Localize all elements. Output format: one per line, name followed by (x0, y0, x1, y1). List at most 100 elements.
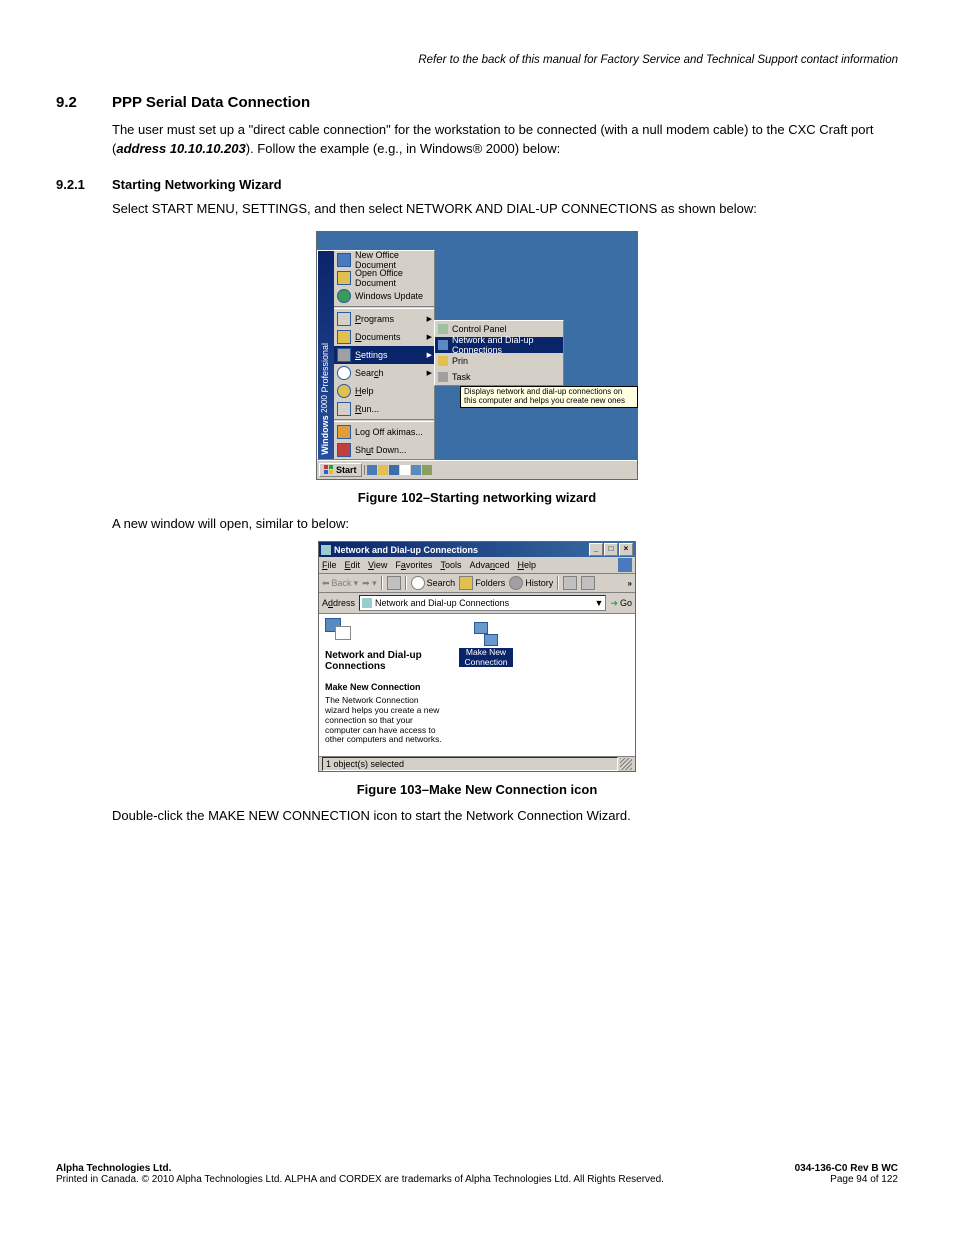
icon-label: Make New Connection (459, 648, 513, 667)
search-icon (337, 366, 351, 380)
taskbar: Start (317, 460, 637, 479)
menu-item-logoff[interactable]: Log Off akimas... (334, 423, 434, 441)
footer-doc-id: 034-136-C0 Rev B WC (795, 1163, 898, 1174)
menu-item-run[interactable]: Run... (334, 400, 434, 418)
taskbar-icon (438, 372, 448, 382)
tray-icon[interactable] (367, 465, 377, 475)
menu-item-label: Shut Down... (355, 445, 407, 455)
separator (334, 419, 434, 422)
chevron-right-icon: ▶ (427, 351, 432, 359)
menu-item-search[interactable]: Search▶ (334, 364, 434, 382)
menu-item-new-office-doc[interactable]: New Office Document (334, 251, 434, 269)
menu-item-label: Programs (355, 314, 394, 324)
menu-item-label: New Office Document (355, 250, 431, 270)
up-icon[interactable] (387, 576, 401, 590)
para-post: ). Follow the example (e.g., in Windows®… (246, 141, 561, 156)
tool-icon[interactable] (563, 576, 577, 590)
chevron-right-icon: ▶ (427, 333, 432, 341)
menu-view[interactable]: View (368, 560, 387, 570)
window-title: Network and Dial-up Connections (334, 545, 478, 555)
menu-file[interactable]: File (322, 560, 337, 570)
chevron-more-icon[interactable]: » (628, 579, 632, 588)
submenu-item-network[interactable]: Network and Dial-up Connections (435, 337, 563, 353)
separator (381, 576, 383, 590)
menu-edit[interactable]: Edit (345, 560, 361, 570)
globe-icon (337, 289, 351, 303)
chevron-right-icon: ▶ (427, 315, 432, 323)
start-menu-items: New Office Document Open Office Document… (334, 251, 434, 459)
forward-button[interactable]: ➡ ▾ (362, 578, 377, 589)
screenshot-network-window: Network and Dial-up Connections _ □ × Fi… (318, 541, 636, 772)
sidebar-suffix: Professional (320, 343, 330, 393)
menu-item-label: Run... (355, 404, 379, 414)
address-field[interactable]: Network and Dial-up Connections ▼ (359, 595, 606, 611)
menu-item-help[interactable]: Help (334, 382, 434, 400)
tray-icon[interactable] (400, 465, 410, 475)
resize-grip[interactable] (620, 758, 632, 770)
tray-icon[interactable] (378, 465, 388, 475)
footer-page: Page 94 of 122 (795, 1174, 898, 1185)
settings-submenu: Control Panel Network and Dial-up Connec… (434, 320, 564, 386)
history-icon (509, 576, 523, 590)
chevron-right-icon: ▶ (427, 369, 432, 377)
go-button[interactable]: ➜Go (610, 598, 632, 609)
document-icon (337, 253, 351, 267)
address-text: address 10.10.10.203 (116, 141, 245, 156)
tray-icon[interactable] (411, 465, 421, 475)
run-icon (337, 402, 351, 416)
throbber-icon (618, 558, 632, 572)
history-button[interactable]: History (509, 576, 553, 590)
submenu-label: Prin (452, 356, 468, 366)
titlebar: Network and Dial-up Connections _ □ × (319, 542, 635, 557)
menu-item-open-office-doc[interactable]: Open Office Document (334, 269, 434, 287)
windows-flag-icon (324, 465, 334, 475)
search-button[interactable]: Search (411, 576, 456, 590)
folders-button[interactable]: Folders (459, 576, 505, 590)
left-panel: Network and Dial-up Connections Make New… (319, 614, 451, 756)
section-title-text: PPP Serial Data Connection (112, 94, 310, 111)
tool-icon[interactable] (581, 576, 595, 590)
header-note: Refer to the back of this manual for Fac… (56, 54, 898, 66)
address-label: Address (322, 598, 355, 608)
separator (334, 306, 434, 309)
address-bar: Address Network and Dial-up Connections … (319, 593, 635, 614)
menu-item-shutdown[interactable]: Shut Down... (334, 441, 434, 459)
close-button[interactable]: × (619, 543, 633, 556)
menu-advanced[interactable]: Advanced (469, 560, 509, 570)
printers-icon (438, 356, 448, 366)
tray-icon[interactable] (422, 465, 432, 475)
submenu-item-printers[interactable]: Prin (435, 353, 563, 369)
control-panel-icon (438, 324, 448, 334)
menubar: File Edit View Favorites Tools Advanced … (319, 557, 635, 574)
menu-item-documents[interactable]: Documents▶ (334, 328, 434, 346)
section-title: 9.2PPP Serial Data Connection (56, 94, 898, 111)
make-new-connection-icon-item[interactable]: Make New Connection (459, 622, 513, 667)
menu-item-windows-update[interactable]: Windows Update (334, 287, 434, 305)
back-button[interactable]: ⬅ Back ▾ (322, 578, 358, 589)
mid-para: A new window will open, similar to below… (112, 515, 898, 534)
submenu-label: Control Panel (452, 324, 507, 334)
start-menu-panel: Windows 2000 Professional New Office Doc… (317, 250, 435, 460)
tray-icon[interactable] (389, 465, 399, 475)
separator (405, 576, 407, 590)
dropdown-arrow-icon[interactable]: ▼ (595, 598, 604, 608)
start-label: Start (336, 465, 357, 475)
figure-102-caption: Figure 102–Starting networking wizard (56, 490, 898, 505)
footer-copyright: Printed in Canada. © 2010 Alpha Technolo… (56, 1174, 664, 1185)
panel-title: Network and Dial-up Connections (325, 650, 445, 672)
subsection-para: Select START MENU, SETTINGS, and then se… (112, 200, 898, 219)
minimize-button[interactable]: _ (589, 543, 603, 556)
maximize-button[interactable]: □ (604, 543, 618, 556)
start-button[interactable]: Start (319, 463, 362, 477)
menu-item-settings[interactable]: Settings▶ (334, 346, 434, 364)
menu-tools[interactable]: Tools (440, 560, 461, 570)
settings-icon (337, 348, 351, 362)
submenu-item-taskbar[interactable]: Task (435, 369, 563, 385)
menu-help[interactable]: Help (518, 560, 537, 570)
menu-favorites[interactable]: Favorites (395, 560, 432, 570)
subsection-title: 9.2.1Starting Networking Wizard (56, 177, 898, 192)
quick-launch (364, 465, 432, 475)
menu-item-programs[interactable]: Programs ▶ (334, 310, 434, 328)
logoff-icon (337, 425, 351, 439)
final-para: Double-click the MAKE NEW CONNECTION ico… (112, 807, 898, 826)
